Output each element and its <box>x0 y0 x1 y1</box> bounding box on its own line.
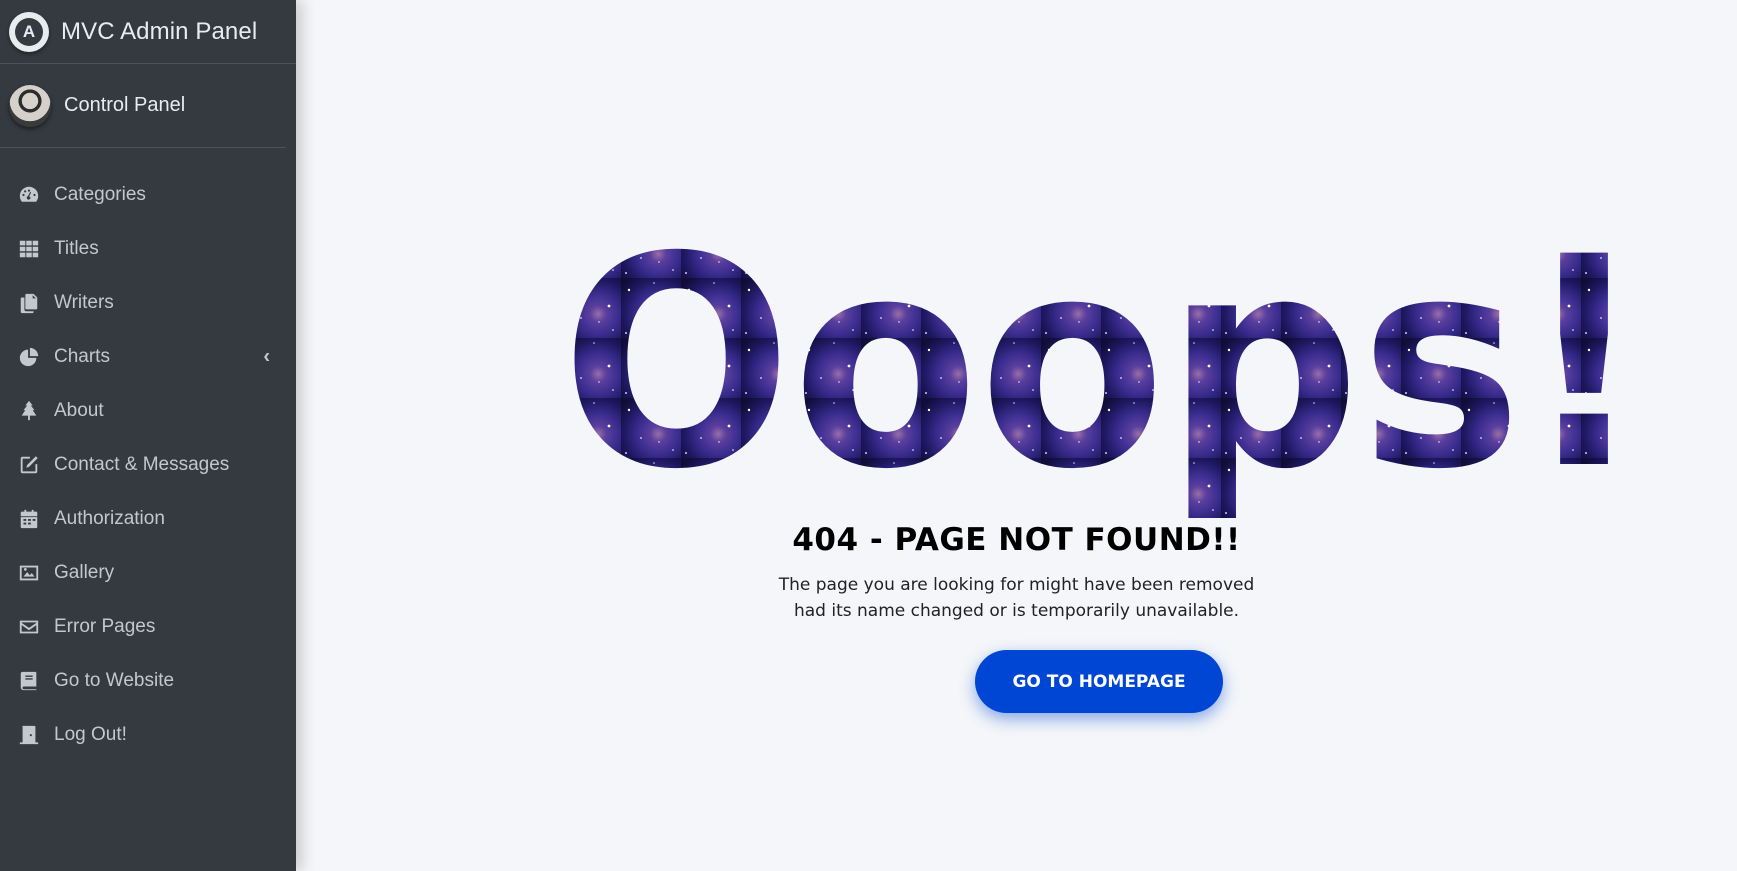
error-content: Ooops! 404 - PAGE NOT FOUND!! The page y… <box>296 0 1737 871</box>
sidebar-item-label: Charts <box>54 346 110 367</box>
sidebar-item-label: Error Pages <box>54 616 156 637</box>
sidebar-item-label: Gallery <box>54 562 115 583</box>
envelope-icon <box>17 615 41 639</box>
error-description-line-2: had its name changed or is temporarily u… <box>793 601 1240 621</box>
app-layout: A MVC Admin Panel Control Panel Categori… <box>0 0 1737 871</box>
error-description: The page you are looking for might have … <box>296 572 1737 624</box>
book-icon <box>17 669 41 693</box>
oops-headline: Ooops! <box>561 218 1646 518</box>
sidebar-item-label: Log Out! <box>54 724 127 745</box>
sidebar-item-label: About <box>54 400 104 421</box>
sidebar-item-categories[interactable]: Categories <box>0 168 296 222</box>
sidebar-item-website[interactable]: Go to Website <box>0 654 296 708</box>
go-to-homepage-button[interactable]: GO TO HOMEPAGE <box>975 650 1223 713</box>
user-name: Control Panel <box>64 94 186 116</box>
error-title: 404 - PAGE NOT FOUND!! <box>792 522 1241 558</box>
sidebar-item-authorization[interactable]: Authorization <box>0 492 296 546</box>
sidebar-item-contact[interactable]: Contact & Messages <box>0 438 296 492</box>
calendar-icon <box>17 507 41 531</box>
sidebar: A MVC Admin Panel Control Panel Categori… <box>0 0 296 871</box>
sidebar-item-charts[interactable]: Charts ‹ <box>0 330 296 384</box>
error-description-line-1: The page you are looking for might have … <box>778 575 1255 595</box>
sidebar-item-writers[interactable]: Writers <box>0 276 296 330</box>
sidebar-item-label: Categories <box>54 184 146 205</box>
admin-logo-icon: A <box>9 11 49 52</box>
pie-chart-icon <box>17 345 41 369</box>
brand-link[interactable]: A MVC Admin Panel <box>0 0 296 64</box>
edit-icon <box>17 453 41 477</box>
dashboard-gauge-icon <box>17 183 41 207</box>
door-icon <box>17 723 41 747</box>
sidebar-item-label: Titles <box>54 238 99 259</box>
sidebar-item-label: Authorization <box>54 508 165 529</box>
grid-icon <box>17 237 41 261</box>
sidebar-item-label: Go to Website <box>54 670 175 691</box>
sidebar-item-error-pages[interactable]: Error Pages <box>0 600 296 654</box>
tree-icon <box>17 399 41 423</box>
sidebar-item-gallery[interactable]: Gallery <box>0 546 296 600</box>
sidebar-item-titles[interactable]: Titles <box>0 222 296 276</box>
copy-files-icon <box>17 291 41 315</box>
sidebar-item-label: Contact & Messages <box>54 454 230 475</box>
brand-title: MVC Admin Panel <box>61 17 258 45</box>
avatar <box>9 84 51 127</box>
image-icon <box>17 561 41 585</box>
chevron-left-icon[interactable]: ‹ <box>263 346 270 369</box>
sidebar-item-about[interactable]: About <box>0 384 296 438</box>
sidebar-nav: Categories Titles Writers Charts ‹ About… <box>0 148 296 762</box>
sidebar-item-logout[interactable]: Log Out! <box>0 708 296 762</box>
sidebar-item-label: Writers <box>54 292 114 313</box>
oops-text: Ooops! <box>561 218 1646 518</box>
user-panel[interactable]: Control Panel <box>0 64 286 148</box>
